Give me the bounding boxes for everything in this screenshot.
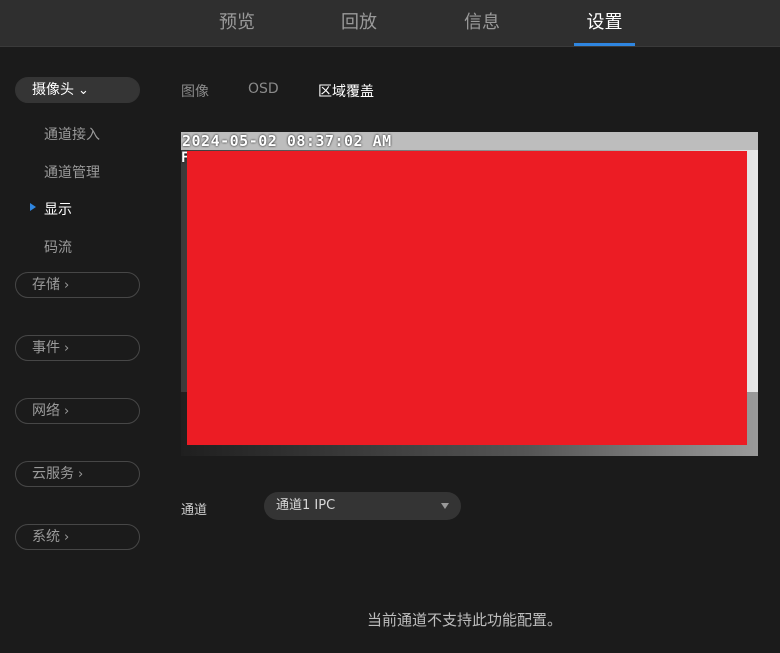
privacy-mask-region[interactable]	[187, 151, 747, 445]
chevron-right-icon: ›	[64, 404, 70, 419]
sidebar-item-label: 通道管理	[44, 165, 100, 181]
video-timestamp: 2024-05-02 08:37:02 AM	[182, 132, 392, 150]
channel-select[interactable]: 通道1 IPC	[264, 492, 461, 520]
chevron-right-icon: ›	[64, 341, 70, 356]
tab-label: 回放	[341, 12, 377, 33]
tab-preview[interactable]: 预览	[205, 0, 269, 46]
top-nav: 预览 回放 信息 设置	[0, 0, 780, 47]
dropdown-caret-icon	[441, 503, 449, 509]
chevron-right-icon: ›	[78, 467, 84, 482]
subtab-image[interactable]: 图像	[181, 81, 209, 101]
sidebar-item-display[interactable]: 显示	[44, 199, 72, 219]
tab-info[interactable]: 信息	[450, 0, 514, 46]
sidebar-item-stream[interactable]: 码流	[44, 237, 72, 257]
subtab-osd[interactable]: OSD	[248, 81, 279, 97]
sidebar-item-label: 码流	[44, 240, 72, 256]
sidebar-item-channel-management[interactable]: 通道管理	[44, 162, 100, 182]
tab-playback[interactable]: 回放	[327, 0, 391, 46]
sidebar-group-label: 系统	[32, 529, 60, 545]
sidebar-item-label: 显示	[44, 202, 72, 218]
video-preview[interactable]: 2024-05-02 08:37:02 AM F	[181, 132, 758, 456]
channel-label: 通道	[181, 503, 208, 518]
subtab-label: OSD	[248, 81, 279, 97]
sidebar-item-channel-access[interactable]: 通道接入	[44, 124, 100, 144]
sidebar-group-label: 摄像头	[32, 82, 74, 98]
sidebar-group-cloud[interactable]: 云服务 ›	[15, 461, 140, 487]
active-tab-indicator	[574, 43, 635, 46]
channel-select-value: 通道1 IPC	[276, 498, 336, 513]
sidebar-item-label: 通道接入	[44, 127, 100, 143]
tab-label: 信息	[464, 12, 500, 33]
sidebar-group-label: 网络	[32, 403, 60, 419]
sidebar-group-label: 事件	[32, 340, 60, 356]
chevron-right-icon: ›	[64, 278, 70, 293]
unsupported-notice: 当前通道不支持此功能配置。	[367, 611, 563, 629]
active-item-arrow-icon	[30, 203, 36, 211]
tab-label: 预览	[219, 12, 255, 33]
sidebar-group-camera[interactable]: 摄像头 ⌄	[15, 77, 140, 103]
subtab-label: 区域覆盖	[318, 84, 374, 100]
sidebar-group-event[interactable]: 事件 ›	[15, 335, 140, 361]
sidebar-group-label: 存储	[32, 277, 60, 293]
sidebar-group-system[interactable]: 系统 ›	[15, 524, 140, 550]
sidebar-group-storage[interactable]: 存储 ›	[15, 272, 140, 298]
subtab-label: 图像	[181, 84, 209, 100]
chevron-down-icon: ⌄	[78, 83, 89, 98]
tab-label: 设置	[586, 12, 623, 33]
tab-settings[interactable]: 设置	[574, 0, 635, 46]
sidebar-group-label: 云服务	[32, 466, 74, 482]
subtab-privacy-mask[interactable]: 区域覆盖	[318, 81, 374, 101]
sidebar-group-network[interactable]: 网络 ›	[15, 398, 140, 424]
chevron-right-icon: ›	[64, 530, 70, 545]
